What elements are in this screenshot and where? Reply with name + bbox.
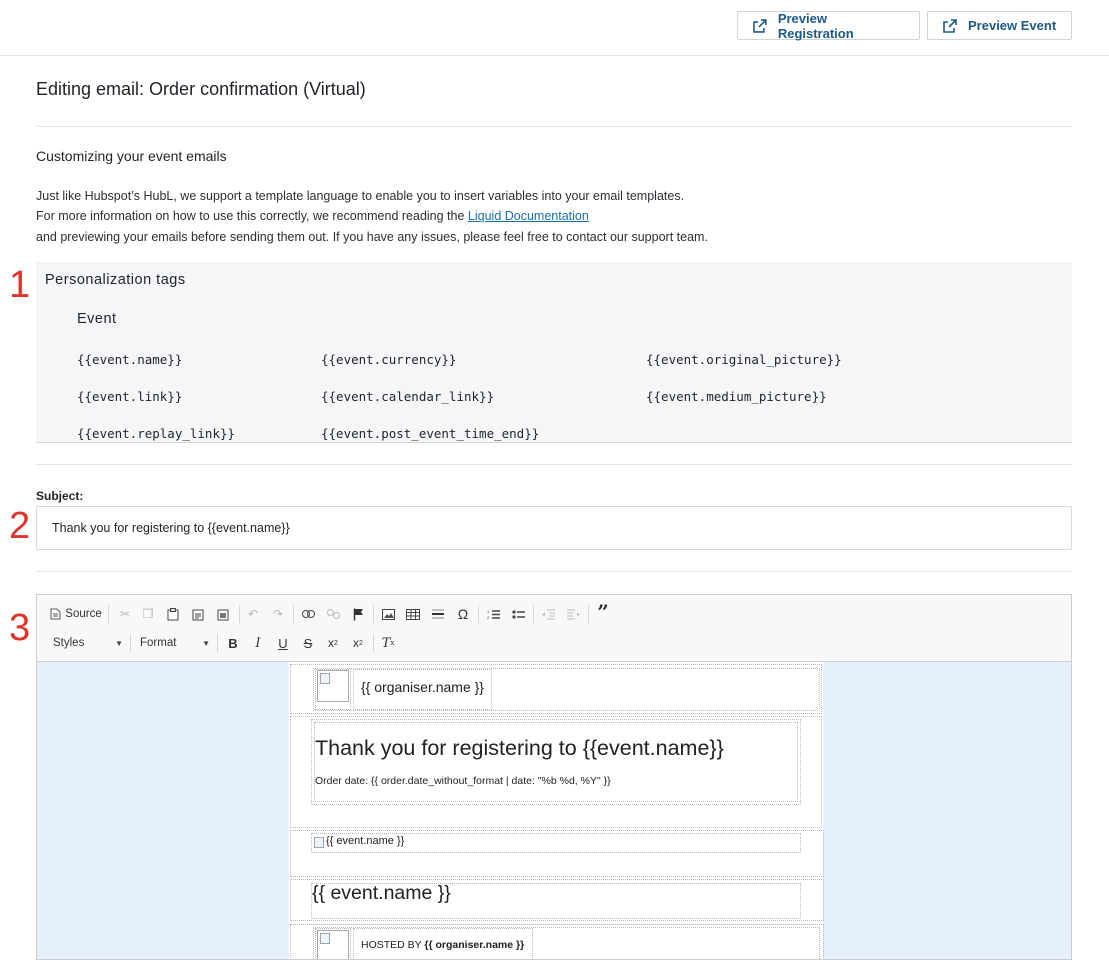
- tag-item[interactable]: {{event.replay_link}}: [77, 426, 235, 441]
- toolbar-separator: [478, 605, 479, 623]
- superscript-icon[interactable]: x2: [348, 632, 368, 654]
- event-image[interactable]: [312, 835, 326, 849]
- source-label: Source: [65, 608, 102, 620]
- blockquote-icon[interactable]: ”: [593, 600, 613, 624]
- organiser-logo-image[interactable]: [317, 670, 349, 702]
- email-editor: Source ✂ ❐ ↶ ↷ Ω 1 2 ” Styles ▼ Format ▼…: [36, 594, 1072, 960]
- subject-label: Subject:: [36, 489, 84, 503]
- top-bar: Preview Registration Preview Event: [0, 0, 1109, 56]
- italic-icon[interactable]: I: [248, 632, 268, 654]
- caret-down-icon: ▼: [115, 638, 123, 648]
- underline-icon[interactable]: U: [273, 632, 293, 654]
- marker-2: 2: [9, 505, 31, 547]
- cut-icon[interactable]: ✂: [115, 603, 135, 625]
- subject-input[interactable]: [36, 506, 1072, 550]
- undo-icon[interactable]: ↶: [243, 603, 263, 625]
- intro-line-2-text: For more information on how to use this …: [36, 209, 468, 223]
- tag-item[interactable]: {{event.medium_picture}}: [646, 389, 827, 404]
- intro-line-1: Just like Hubspot’s HubL, we support a t…: [36, 189, 685, 203]
- link-icon[interactable]: [298, 603, 318, 625]
- unlink-icon[interactable]: [323, 603, 343, 625]
- email-cell: [314, 722, 798, 802]
- tags-group-event: Event: [77, 311, 117, 327]
- tag-item[interactable]: {{event.currency}}: [321, 352, 456, 367]
- styles-dropdown[interactable]: Styles ▼: [53, 632, 123, 654]
- organiser-name[interactable]: {{ organiser.name }}: [361, 679, 484, 695]
- tag-item[interactable]: {{event.original_picture}}: [646, 352, 842, 367]
- special-char-icon[interactable]: Ω: [453, 603, 473, 625]
- format-label: Format: [140, 637, 177, 649]
- tag-item[interactable]: {{event.calendar_link}}: [321, 389, 494, 404]
- toolbar-separator: [588, 605, 589, 623]
- preview-registration-label: Preview Registration: [777, 10, 854, 41]
- format-dropdown[interactable]: Format ▼: [140, 632, 210, 654]
- svg-text:2: 2: [487, 615, 490, 620]
- divider: [36, 464, 1072, 465]
- order-date-text[interactable]: Order date: {{ order.date_without_format…: [315, 775, 611, 787]
- numbered-list-icon[interactable]: 12: [483, 603, 503, 625]
- editor-toolbar: Source ✂ ❐ ↶ ↷ Ω 1 2 ” Styles ▼ Format ▼…: [37, 595, 1071, 662]
- strikethrough-icon[interactable]: S: [298, 632, 318, 654]
- toolbar-separator: [293, 605, 294, 623]
- subscript-icon[interactable]: x2: [323, 632, 343, 654]
- marker-1: 1: [9, 264, 31, 306]
- toolbar-separator: [373, 605, 374, 623]
- toolbar-separator: [533, 605, 534, 623]
- event-image-alt: {{ event.name }}: [326, 835, 405, 847]
- personalization-tags-panel: Personalization tags Event {{event.name}…: [36, 262, 1072, 443]
- source-icon: [50, 608, 61, 620]
- preview-registration-button[interactable]: Preview Registration: [737, 10, 920, 41]
- email-body: {{ organiser.name }} Thank you for regis…: [289, 662, 824, 959]
- external-link-icon: [943, 18, 957, 33]
- redo-icon[interactable]: ↷: [268, 603, 288, 625]
- divider: [36, 126, 1072, 127]
- liquid-documentation-link[interactable]: Liquid Documentation: [468, 209, 589, 223]
- tag-item[interactable]: {{event.post_event_time_end}}: [321, 426, 539, 441]
- paste-icon[interactable]: [163, 603, 183, 625]
- outdent-icon[interactable]: [538, 603, 558, 625]
- tag-item[interactable]: {{event.link}}: [77, 389, 182, 404]
- caret-down-icon: ▼: [202, 638, 210, 648]
- toolbar-separator: [130, 634, 131, 652]
- personalization-tags-title: Personalization tags: [45, 272, 186, 288]
- paste-text-icon[interactable]: [188, 603, 208, 625]
- source-button[interactable]: Source: [49, 603, 103, 625]
- email-heading[interactable]: Thank you for registering to {{event.nam…: [315, 736, 724, 761]
- bold-icon[interactable]: B: [223, 632, 243, 654]
- toolbar-separator: [373, 634, 374, 652]
- preview-event-label: Preview Event: [968, 18, 1057, 33]
- toolbar-separator: [239, 605, 240, 623]
- organiser-avatar-image[interactable]: [317, 930, 349, 959]
- table-icon[interactable]: [403, 603, 423, 625]
- horizontal-line-icon[interactable]: [428, 603, 448, 625]
- hosted-by-text[interactable]: HOSTED BY {{ organiser.name }}: [361, 939, 524, 951]
- tag-item[interactable]: {{event.name}}: [77, 352, 182, 367]
- marker-3: 3: [9, 607, 31, 649]
- image-icon[interactable]: [378, 603, 398, 625]
- styles-label: Styles: [53, 637, 85, 649]
- section-heading: Customizing your event emails: [36, 148, 227, 164]
- divider: [36, 571, 1072, 572]
- intro-line-3: and previewing your emails before sendin…: [36, 230, 708, 244]
- remove-format-icon[interactable]: Tx: [378, 632, 398, 654]
- indent-icon[interactable]: [563, 603, 583, 625]
- toolbar-separator: [108, 605, 109, 623]
- event-name-heading[interactable]: {{ event.name }}: [312, 882, 451, 905]
- svg-text:1: 1: [487, 609, 490, 614]
- hosted-by-prefix: HOSTED BY: [361, 939, 425, 951]
- anchor-flag-icon[interactable]: [348, 603, 368, 625]
- copy-icon[interactable]: ❐: [138, 603, 158, 625]
- hosted-by-name: {{ organiser.name }}: [424, 939, 525, 951]
- intro-line-2: For more information on how to use this …: [36, 209, 589, 223]
- page-title: Editing email: Order confirmation (Virtu…: [36, 79, 366, 99]
- external-link-icon: [753, 18, 767, 33]
- paste-word-icon[interactable]: [213, 603, 233, 625]
- editor-canvas[interactable]: {{ organiser.name }} Thank you for regis…: [37, 662, 1071, 959]
- bulleted-list-icon[interactable]: [508, 603, 528, 625]
- preview-event-button[interactable]: Preview Event: [927, 11, 1072, 40]
- toolbar-separator: [217, 634, 218, 652]
